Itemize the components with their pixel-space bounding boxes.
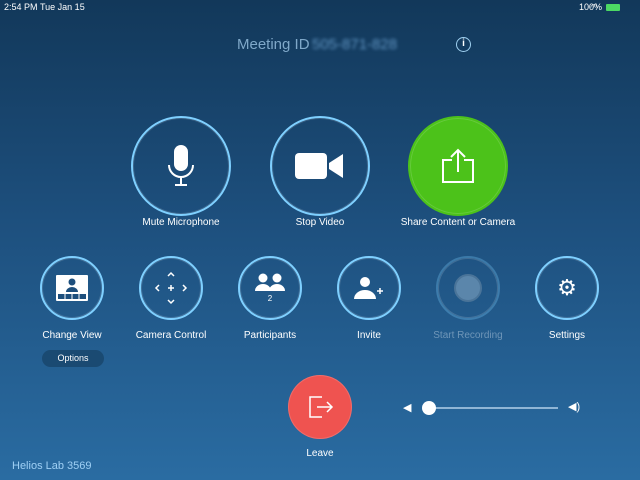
camera-control-button[interactable] xyxy=(139,256,203,320)
record-icon xyxy=(454,274,482,302)
gear-icon: ⚙ xyxy=(557,275,577,300)
mute-microphone-label: Mute Microphone xyxy=(142,217,220,228)
microphone-icon xyxy=(168,145,194,186)
status-date: Tue Jan 15 xyxy=(40,2,85,12)
stop-video-label: Stop Video xyxy=(295,217,345,228)
invite-button[interactable] xyxy=(337,256,401,320)
mute-microphone-button[interactable] xyxy=(131,116,231,216)
layout-icon xyxy=(56,275,88,301)
participants-count: 2 xyxy=(267,294,273,303)
wifi-icon: ◠ xyxy=(590,2,598,12)
settings-label: Settings xyxy=(548,330,586,341)
info-button[interactable]: i xyxy=(456,37,471,52)
volume-slider-handle[interactable] xyxy=(422,401,436,415)
battery-icon xyxy=(606,4,620,11)
participants-icon xyxy=(255,273,285,291)
leave-label: Leave xyxy=(306,448,334,459)
share-content-label: Share Content or Camera xyxy=(400,217,516,228)
start-recording-button[interactable] xyxy=(436,256,500,320)
settings-button[interactable]: ⚙ xyxy=(535,256,599,320)
meeting-id-label: Meeting ID xyxy=(237,36,310,53)
meeting-id: 505-871-828 xyxy=(312,36,398,53)
participants-button[interactable]: 2 xyxy=(238,256,302,320)
leave-icon xyxy=(309,396,334,418)
leave-button[interactable] xyxy=(288,375,352,439)
room-name: Helios Lab 3569 xyxy=(12,460,92,472)
status-time: 2:54 PM xyxy=(4,2,38,12)
volume-low-icon: ◀ xyxy=(403,402,412,414)
video-camera-icon xyxy=(295,153,343,179)
share-icon xyxy=(442,148,474,183)
share-content-button[interactable] xyxy=(408,116,508,216)
volume-high-icon: ◀) xyxy=(568,401,581,413)
options-button[interactable]: Options xyxy=(42,350,104,367)
invite-icon xyxy=(354,277,383,299)
camera-control-icon xyxy=(154,271,188,305)
change-view-button[interactable] xyxy=(40,256,104,320)
stop-video-button[interactable] xyxy=(270,116,370,216)
volume-slider[interactable] xyxy=(426,407,558,409)
